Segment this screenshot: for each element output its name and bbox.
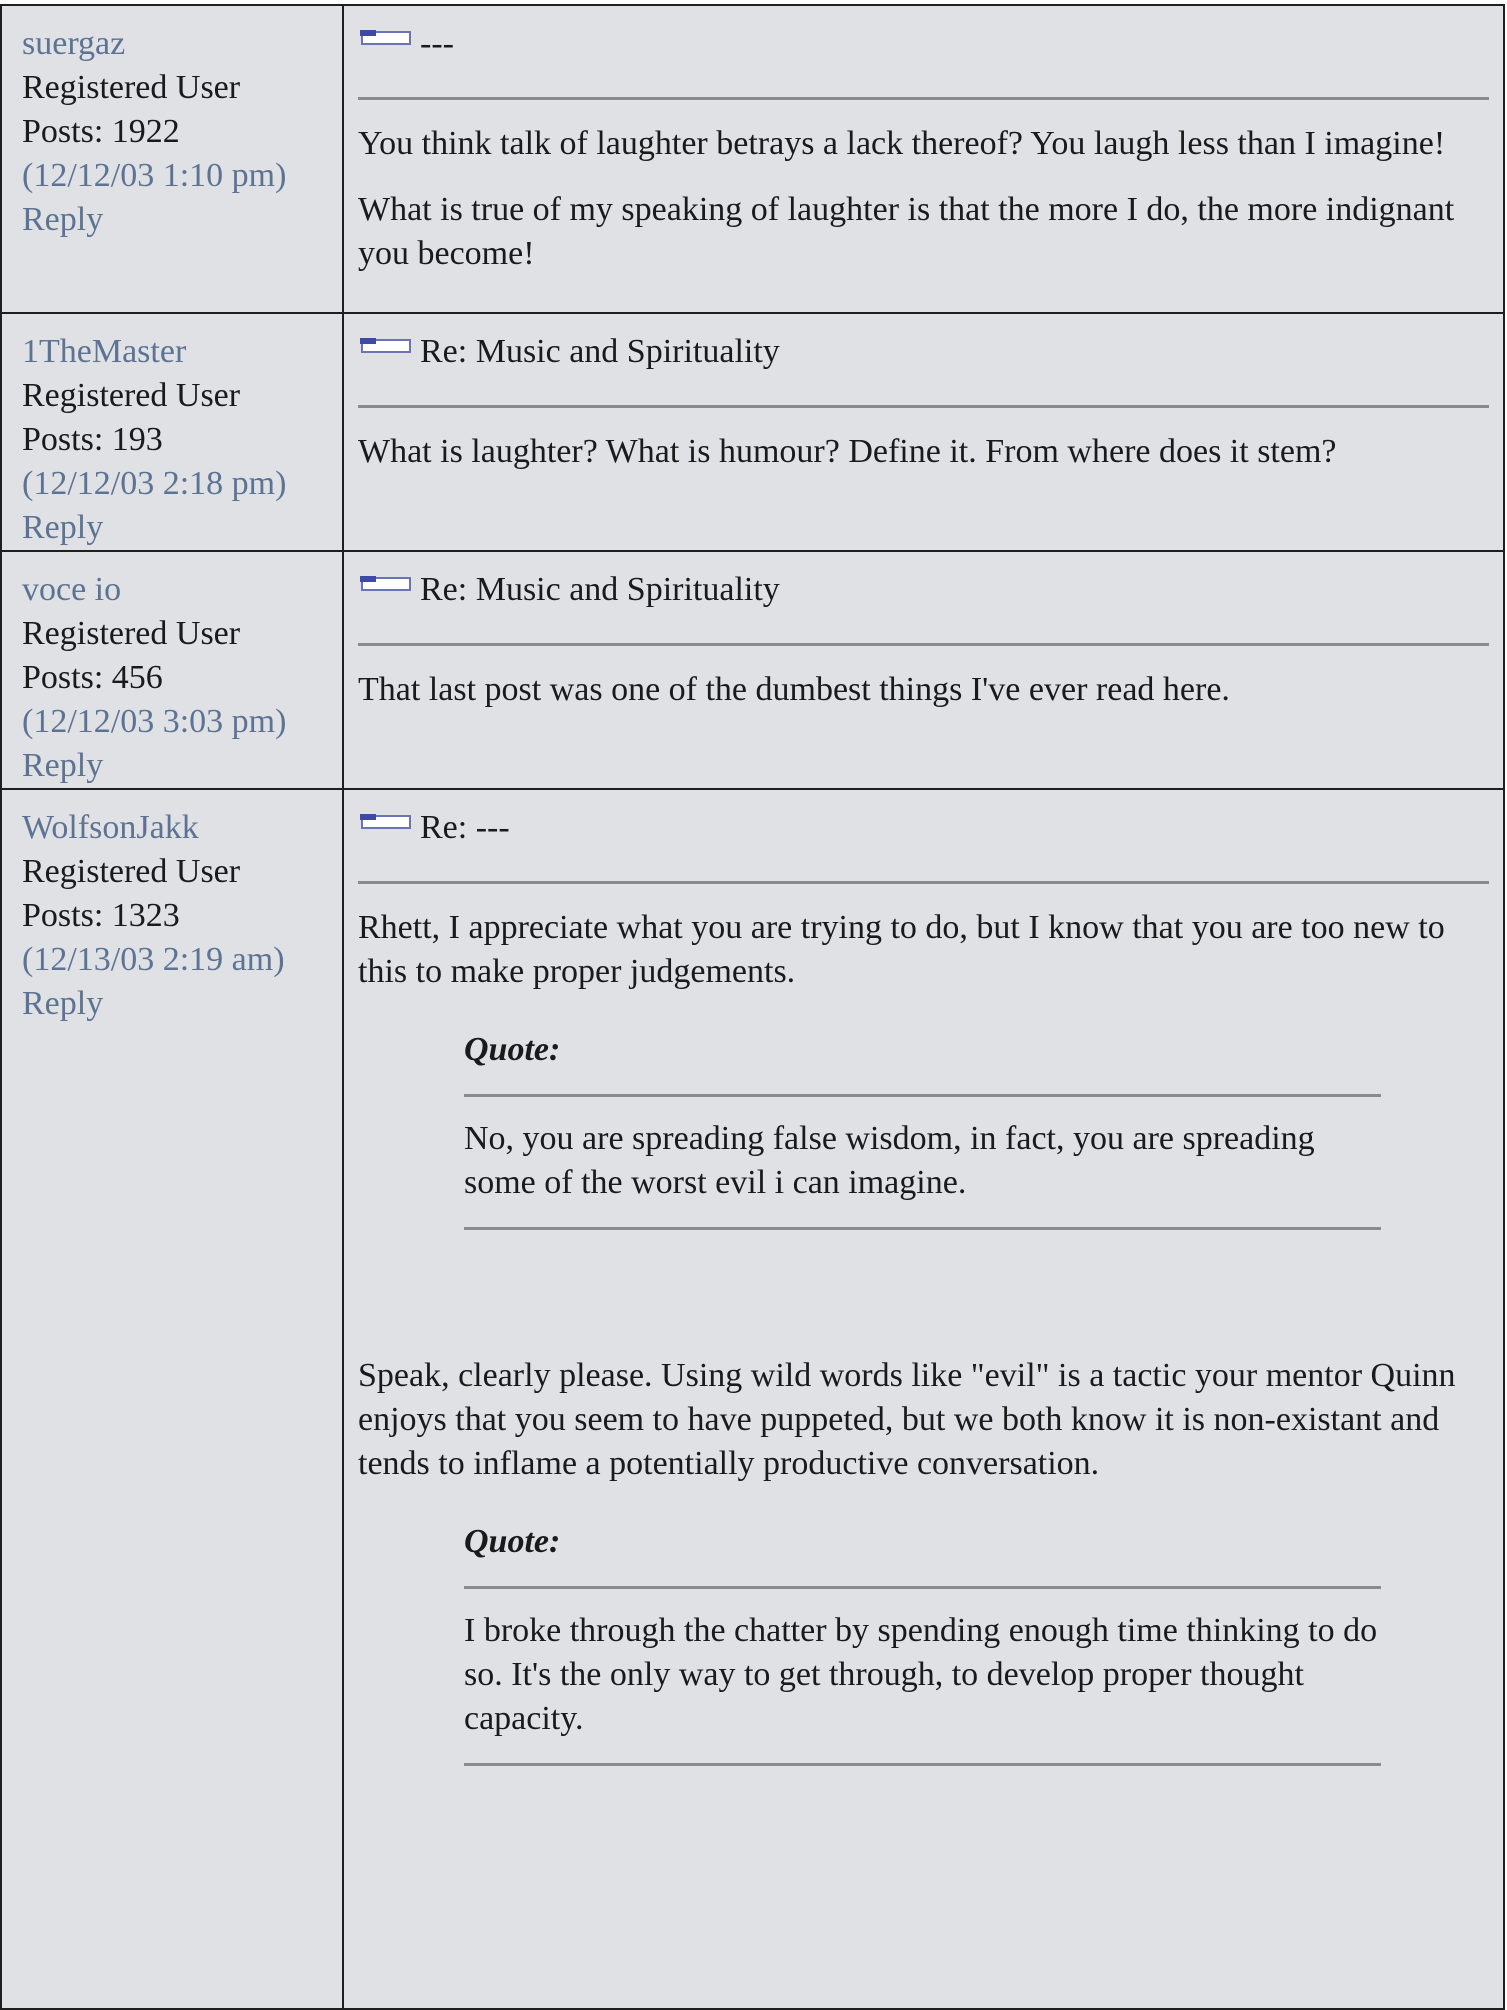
- quote-top-divider: [464, 1586, 1381, 1589]
- post-icon: [358, 812, 414, 832]
- post-paragraph: That last post was one of the dumbest th…: [358, 671, 1230, 708]
- post-body: What is laughter? What is humour? Define…: [358, 430, 1489, 474]
- post-subject-row: ---: [358, 20, 1489, 68]
- post-row: voce io Registered User Posts: 456 (12/1…: [0, 550, 1505, 790]
- post-date-link[interactable]: (12/13/03 2:19 am): [22, 938, 342, 982]
- author-name-link[interactable]: 1TheMaster: [22, 330, 342, 374]
- reply-link[interactable]: Reply: [22, 198, 342, 242]
- post-count: Posts: 1323: [22, 897, 180, 934]
- author-name-link[interactable]: WolfsonJakk: [22, 806, 342, 850]
- post-cell: --- You think talk of laughter betrays a…: [342, 4, 1505, 314]
- subject-divider: [358, 881, 1489, 884]
- post-paragraph: Rhett, I appreciate what you are trying …: [358, 909, 1445, 990]
- quote-text: No, you are spreading false wisdom, in f…: [464, 1120, 1315, 1201]
- post-count: Posts: 193: [22, 421, 163, 458]
- post-row: suergaz Registered User Posts: 1922 (12/…: [0, 4, 1505, 314]
- post-cell: Re: Music and Spirituality What is laugh…: [342, 312, 1505, 552]
- quote-top-divider: [464, 1094, 1381, 1097]
- subject-divider: [358, 405, 1489, 408]
- reply-link[interactable]: Reply: [22, 506, 342, 550]
- user-role: Registered User: [22, 69, 241, 106]
- post-body: Rhett, I appreciate what you are trying …: [358, 906, 1489, 1766]
- post-body: That last post was one of the dumbest th…: [358, 668, 1489, 712]
- post-subject-row: Re: Music and Spirituality: [358, 328, 1489, 376]
- author-cell: 1TheMaster Registered User Posts: 193 (1…: [0, 312, 344, 552]
- post-count: Posts: 1922: [22, 113, 180, 150]
- forum-thread-table: suergaz Registered User Posts: 1922 (12/…: [0, 4, 1505, 2010]
- post-paragraph: What is true of my speaking of laughter …: [358, 191, 1455, 272]
- post-icon: [358, 336, 414, 356]
- author-cell: suergaz Registered User Posts: 1922 (12/…: [0, 4, 344, 314]
- post-subject: Re: ---: [420, 809, 510, 846]
- post-icon: [358, 28, 414, 48]
- post-paragraph: You think talk of laughter betrays a lac…: [358, 125, 1446, 162]
- post-cell: Re: --- Rhett, I appreciate what you are…: [342, 788, 1505, 2010]
- user-role: Registered User: [22, 853, 241, 890]
- post-body: You think talk of laughter betrays a lac…: [358, 122, 1489, 276]
- reply-link[interactable]: Reply: [22, 744, 342, 788]
- post-subject-row: Re: ---: [358, 804, 1489, 852]
- post-subject: Re: Music and Spirituality: [420, 333, 780, 370]
- author-name-link[interactable]: suergaz: [22, 22, 342, 66]
- quote-block: Quote: No, you are spreading false wisdo…: [464, 1028, 1381, 1230]
- user-role: Registered User: [22, 615, 241, 652]
- quote-block: Quote: I broke through the chatter by sp…: [464, 1520, 1381, 1766]
- post-subject-row: Re: Music and Spirituality: [358, 566, 1489, 614]
- author-cell: voce io Registered User Posts: 456 (12/1…: [0, 550, 344, 790]
- post-date-link[interactable]: (12/12/03 1:10 pm): [22, 154, 342, 198]
- post-paragraph: Speak, clearly please. Using wild words …: [358, 1357, 1456, 1482]
- post-date-link[interactable]: (12/12/03 3:03 pm): [22, 700, 342, 744]
- user-role: Registered User: [22, 377, 241, 414]
- quote-label: Quote:: [464, 1523, 561, 1560]
- subject-divider: [358, 97, 1489, 100]
- post-paragraph: What is laughter? What is humour? Define…: [358, 433, 1337, 470]
- quote-bottom-divider: [464, 1763, 1381, 1766]
- author-cell: WolfsonJakk Registered User Posts: 1323 …: [0, 788, 344, 2010]
- author-name-link[interactable]: voce io: [22, 568, 342, 612]
- post-count: Posts: 456: [22, 659, 163, 696]
- post-subject: ---: [420, 25, 454, 62]
- post-icon: [358, 574, 414, 594]
- post-date-link[interactable]: (12/12/03 2:18 pm): [22, 462, 342, 506]
- quote-label: Quote:: [464, 1031, 561, 1068]
- quote-bottom-divider: [464, 1227, 1381, 1230]
- post-cell: Re: Music and Spirituality That last pos…: [342, 550, 1505, 790]
- post-subject: Re: Music and Spirituality: [420, 571, 780, 608]
- post-row: 1TheMaster Registered User Posts: 193 (1…: [0, 312, 1505, 552]
- subject-divider: [358, 643, 1489, 646]
- quote-text: I broke through the chatter by spending …: [464, 1612, 1378, 1737]
- reply-link[interactable]: Reply: [22, 982, 342, 1026]
- post-row: WolfsonJakk Registered User Posts: 1323 …: [0, 788, 1505, 2010]
